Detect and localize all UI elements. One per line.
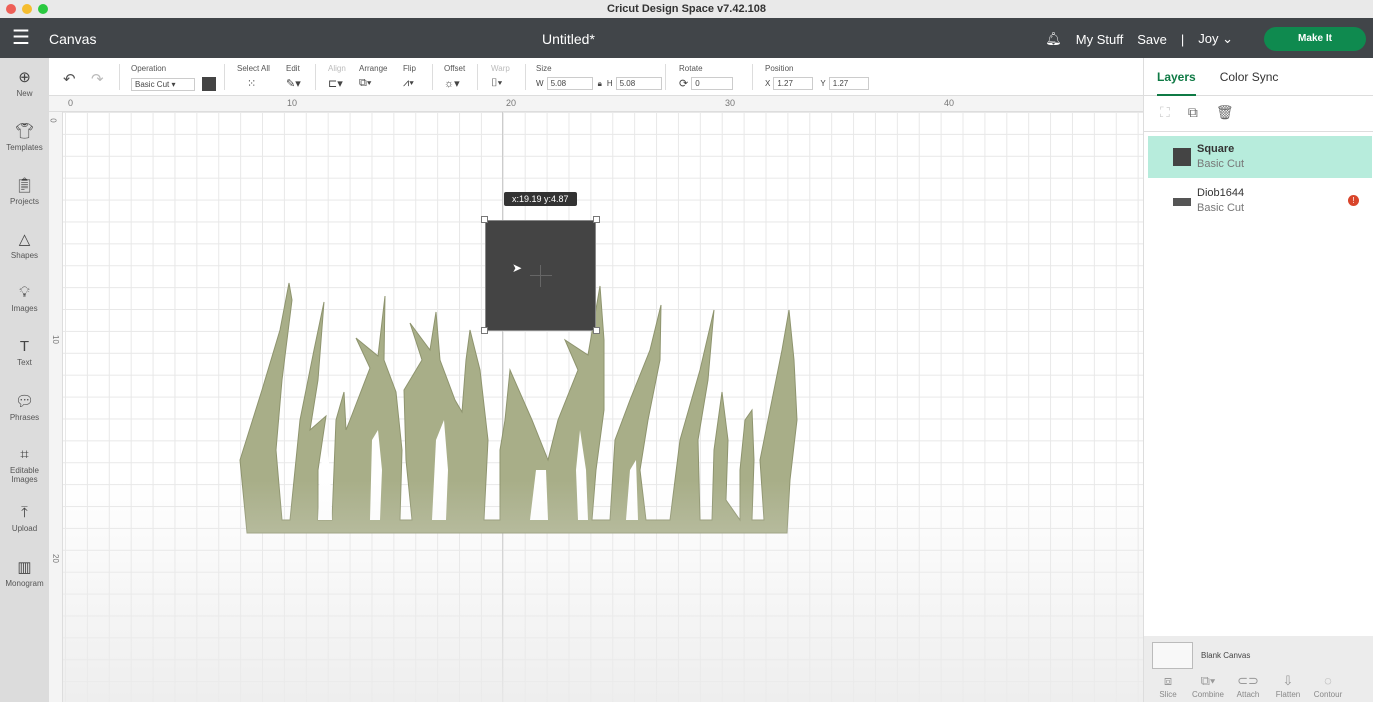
resize-handle[interactable]	[481, 216, 488, 223]
attach-label: Attach	[1236, 690, 1260, 699]
attach-button[interactable]: ⊂⊃ Attach	[1228, 673, 1268, 700]
layer-thumbnail	[1173, 198, 1191, 206]
blank-canvas-thumbnail[interactable]	[1152, 642, 1193, 669]
panel-bottom: Blank Canvas ⧈ Slice ⧉▾ Combine ⊂⊃ Attach ⇩…	[1144, 636, 1373, 702]
trash-icon[interactable]: 🗑︎	[1216, 104, 1234, 131]
layer-operation: Basic Cut	[1197, 158, 1245, 170]
layer-thumbnail	[1173, 148, 1191, 166]
flatten-icon: ⇩	[1282, 673, 1294, 688]
layer-item-grass[interactable]: Diob1644 Basic Cut !	[1148, 180, 1372, 222]
crosshair	[530, 275, 552, 276]
square-shape[interactable]: ➤	[485, 220, 596, 331]
flatten-label: Flatten	[1275, 690, 1301, 699]
tab-layers[interactable]: Layers	[1157, 70, 1196, 96]
slice-icon: ⧈	[1163, 673, 1173, 688]
layers-panel: Layers Color Sync ⛶ ⧉ 🗑︎ Square Basic Cut D…	[1143, 58, 1373, 702]
flatten-button[interactable]: ⇩ Flatten	[1268, 673, 1308, 700]
layer-name: Square	[1197, 143, 1235, 155]
layer-operation: Basic Cut	[1197, 202, 1245, 214]
bottom-tools: ⧈ Slice ⧉▾ Combine ⊂⊃ Attach ⇩ Flatten ◌ Cont…	[1148, 673, 1348, 700]
cursor-icon: ➤	[512, 261, 523, 275]
combine-icon: ⧉▾	[1200, 673, 1216, 688]
resize-handle[interactable]	[593, 327, 600, 334]
attach-icon: ⊂⊃	[1237, 673, 1259, 688]
slice-label: Slice	[1159, 690, 1177, 699]
contour-button[interactable]: ◌ Contour	[1308, 673, 1348, 700]
resize-handle[interactable]	[593, 216, 600, 223]
canvas-fade	[63, 480, 1143, 702]
combine-label: Combine	[1191, 690, 1224, 699]
combine-button[interactable]: ⧉▾ Combine	[1188, 673, 1228, 700]
position-tooltip: x:19.19 y:4.87	[504, 192, 577, 206]
duplicate-icon[interactable]: ⧉	[1188, 104, 1198, 131]
contour-icon: ◌	[1324, 673, 1332, 688]
layer-name: Diob1644	[1197, 187, 1245, 199]
layer-item-square[interactable]: Square Basic Cut	[1148, 136, 1372, 178]
group-icon[interactable]: ⛶	[1160, 104, 1170, 131]
blank-canvas-label: Blank Canvas	[1201, 651, 1251, 660]
resize-handle[interactable]	[481, 327, 488, 334]
tab-color-sync[interactable]: Color Sync	[1220, 70, 1279, 95]
slice-button[interactable]: ⧈ Slice	[1148, 673, 1188, 700]
contour-label: Contour	[1313, 690, 1343, 699]
crosshair	[540, 265, 541, 287]
warning-icon[interactable]: !	[1348, 195, 1359, 206]
